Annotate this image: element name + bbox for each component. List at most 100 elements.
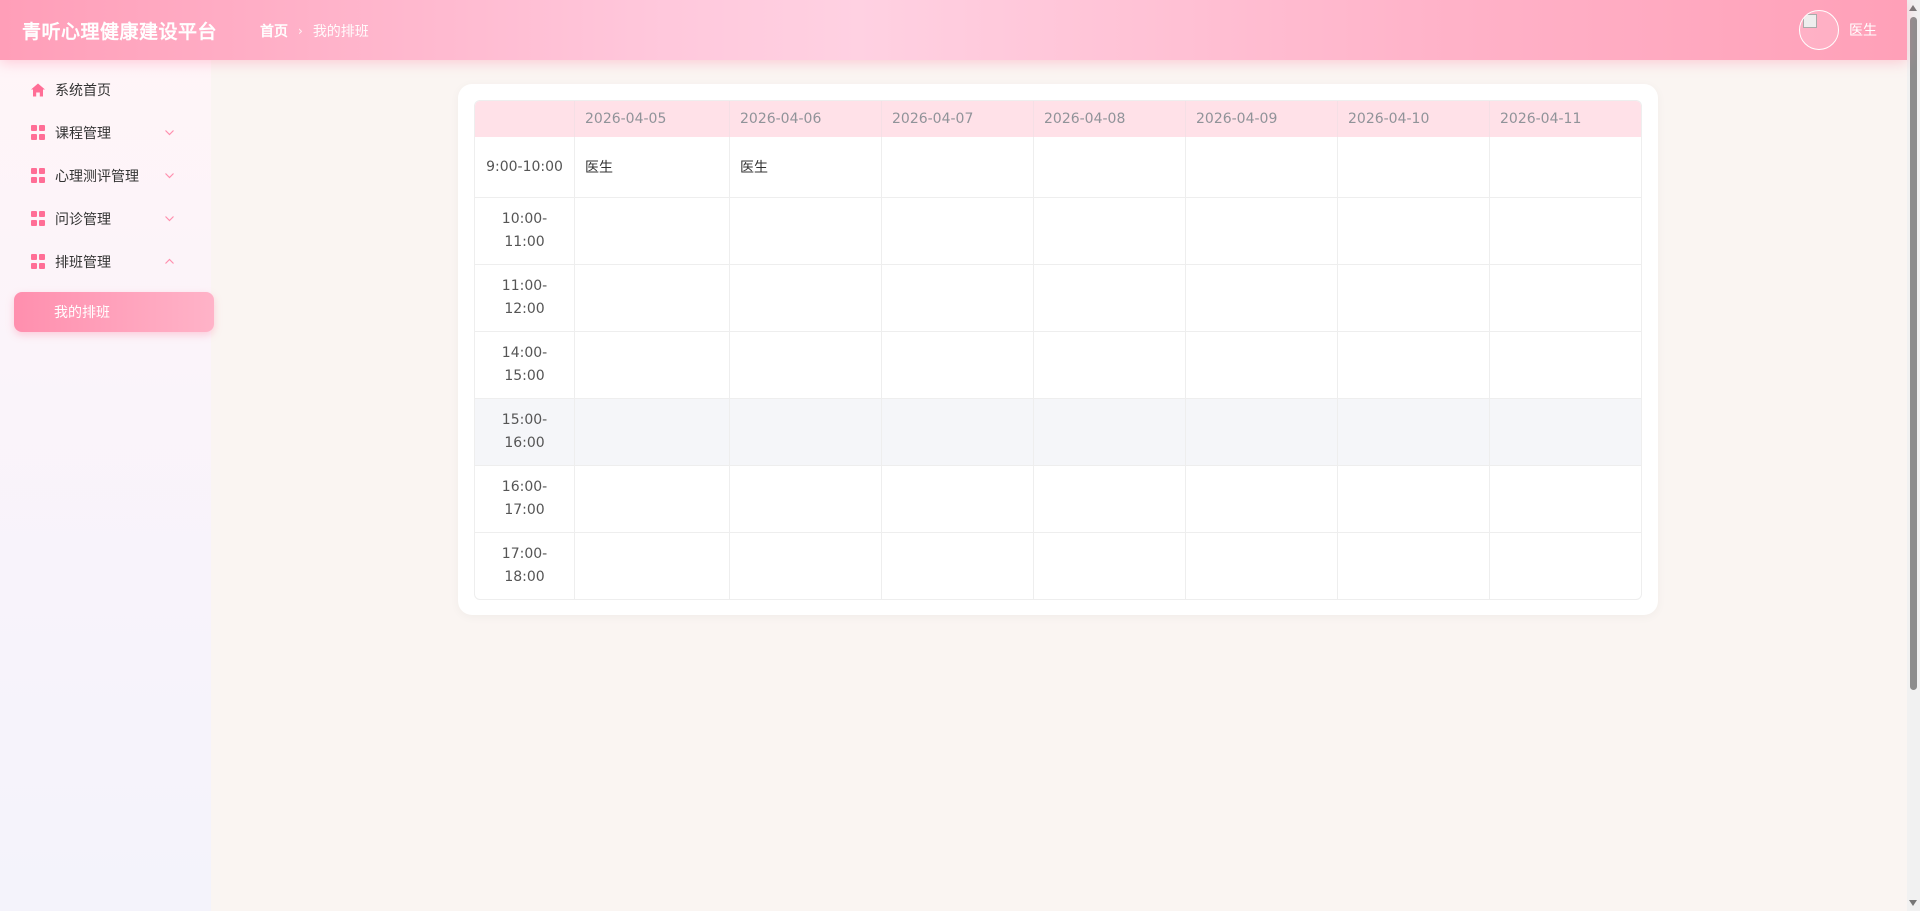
schedule-cell[interactable]: [882, 331, 1034, 398]
breadcrumb-home-link[interactable]: 首页: [260, 21, 288, 41]
grid-icon: [30, 168, 46, 184]
schedule-cell[interactable]: [575, 264, 730, 331]
schedule-cell[interactable]: [1338, 331, 1490, 398]
sidebar-subitem-my-schedule[interactable]: 我的排班: [14, 292, 214, 332]
schedule-cell[interactable]: [1490, 398, 1641, 465]
schedule-cell[interactable]: [1034, 532, 1186, 599]
date-column-header: 2026-04-09: [1186, 101, 1338, 137]
sidebar-item-label: 排班管理: [55, 254, 111, 271]
table-row: 11:00-12:00: [475, 264, 1641, 331]
breadcrumb: 首页 › 我的排班: [260, 21, 369, 41]
schedule-cell[interactable]: [1338, 137, 1490, 197]
schedule-cell[interactable]: [1186, 264, 1338, 331]
schedule-cell[interactable]: [730, 398, 882, 465]
date-column-header: 2026-04-07: [882, 101, 1034, 137]
date-column-header: 2026-04-05: [575, 101, 730, 137]
page-scrollbar[interactable]: [1907, 0, 1920, 911]
schedule-cell[interactable]: [1490, 532, 1641, 599]
schedule-cell[interactable]: [1338, 264, 1490, 331]
schedule-cell[interactable]: [730, 331, 882, 398]
table-row: 17:00-18:00: [475, 532, 1641, 599]
table-row: 14:00-15:00: [475, 331, 1641, 398]
sidebar-item-assessment[interactable]: 心理测评管理: [0, 154, 211, 197]
home-icon: [30, 82, 46, 98]
schedule-cell[interactable]: [882, 264, 1034, 331]
sidebar-item-consultation[interactable]: 问诊管理: [0, 197, 211, 240]
chevron-down-icon: [165, 216, 174, 222]
schedule-cell[interactable]: [575, 331, 730, 398]
top-header: 青听心理健康建设平台 首页 › 我的排班 医生: [0, 0, 1907, 60]
schedule-cell[interactable]: [1490, 331, 1641, 398]
app-title: 青听心理健康建设平台: [22, 21, 218, 43]
schedule-cell[interactable]: [1034, 264, 1186, 331]
table-row: 15:00-16:00: [475, 398, 1641, 465]
schedule-card: 2026-04-05 2026-04-06 2026-04-07 2026-04…: [458, 84, 1658, 615]
schedule-cell[interactable]: [1490, 137, 1641, 197]
schedule-cell[interactable]: [575, 197, 730, 264]
broken-image-icon: [1803, 14, 1817, 28]
grid-icon: [30, 125, 46, 141]
sidebar-item-course[interactable]: 课程管理: [0, 111, 211, 154]
schedule-cell[interactable]: [575, 532, 730, 599]
schedule-cell[interactable]: [1186, 331, 1338, 398]
user-menu[interactable]: 医生: [1799, 10, 1877, 50]
date-column-header: 2026-04-08: [1034, 101, 1186, 137]
date-column-header: 2026-04-06: [730, 101, 882, 137]
time-slot: 17:00-18:00: [475, 532, 575, 599]
time-slot: 14:00-15:00: [475, 331, 575, 398]
schedule-cell[interactable]: [1034, 137, 1186, 197]
chevron-down-icon: [165, 173, 174, 179]
schedule-table: 2026-04-05 2026-04-06 2026-04-07 2026-04…: [474, 100, 1642, 600]
schedule-cell[interactable]: [1034, 465, 1186, 532]
avatar[interactable]: [1799, 10, 1839, 50]
schedule-cell[interactable]: [730, 532, 882, 599]
table-row: 9:00-10:00 医生 医生: [475, 137, 1641, 197]
schedule-cell[interactable]: [1034, 398, 1186, 465]
schedule-cell[interactable]: [1186, 398, 1338, 465]
schedule-cell[interactable]: [882, 398, 1034, 465]
scroll-up-icon[interactable]: [1909, 5, 1917, 11]
user-name[interactable]: 医生: [1849, 20, 1877, 40]
schedule-cell[interactable]: [1338, 532, 1490, 599]
table-header-row: 2026-04-05 2026-04-06 2026-04-07 2026-04…: [475, 101, 1641, 137]
schedule-cell[interactable]: [1034, 331, 1186, 398]
schedule-cell[interactable]: [1490, 264, 1641, 331]
sidebar-item-label: 问诊管理: [55, 211, 111, 228]
schedule-cell[interactable]: [1490, 197, 1641, 264]
time-slot: 10:00-11:00: [475, 197, 575, 264]
sidebar-item-label: 心理测评管理: [55, 168, 139, 185]
schedule-cell[interactable]: [575, 465, 730, 532]
schedule-cell[interactable]: [1034, 197, 1186, 264]
schedule-cell[interactable]: 医生: [575, 137, 730, 197]
time-column-header: [475, 101, 575, 137]
scroll-down-icon[interactable]: [1909, 900, 1917, 906]
scrollbar-thumb[interactable]: [1910, 17, 1917, 690]
schedule-cell[interactable]: [1338, 465, 1490, 532]
sidebar-item-home[interactable]: 系统首页: [0, 68, 211, 111]
sidebar-item-schedule[interactable]: 排班管理: [0, 240, 211, 283]
chevron-up-icon: [165, 258, 174, 264]
schedule-cell[interactable]: [1490, 465, 1641, 532]
grid-icon: [30, 211, 46, 227]
schedule-cell[interactable]: [1338, 398, 1490, 465]
schedule-cell[interactable]: [575, 398, 730, 465]
schedule-cell[interactable]: [1186, 137, 1338, 197]
schedule-cell[interactable]: [730, 465, 882, 532]
sidebar: 系统首页 课程管理 心理测评管理 问诊管理 排班管理 我的排班: [0, 60, 214, 911]
schedule-cell[interactable]: [1186, 465, 1338, 532]
schedule-cell[interactable]: [730, 264, 882, 331]
time-slot: 15:00-16:00: [475, 398, 575, 465]
schedule-cell[interactable]: [1186, 197, 1338, 264]
time-slot: 11:00-12:00: [475, 264, 575, 331]
time-slot: 16:00-17:00: [475, 465, 575, 532]
schedule-cell[interactable]: 医生: [730, 137, 882, 197]
schedule-cell[interactable]: [1186, 532, 1338, 599]
schedule-cell[interactable]: [882, 532, 1034, 599]
schedule-cell[interactable]: [882, 137, 1034, 197]
schedule-cell[interactable]: [882, 465, 1034, 532]
sidebar-item-label: 系统首页: [55, 82, 111, 99]
schedule-cell[interactable]: [730, 197, 882, 264]
schedule-cell[interactable]: [882, 197, 1034, 264]
schedule-cell[interactable]: [1338, 197, 1490, 264]
time-slot: 9:00-10:00: [475, 137, 575, 197]
